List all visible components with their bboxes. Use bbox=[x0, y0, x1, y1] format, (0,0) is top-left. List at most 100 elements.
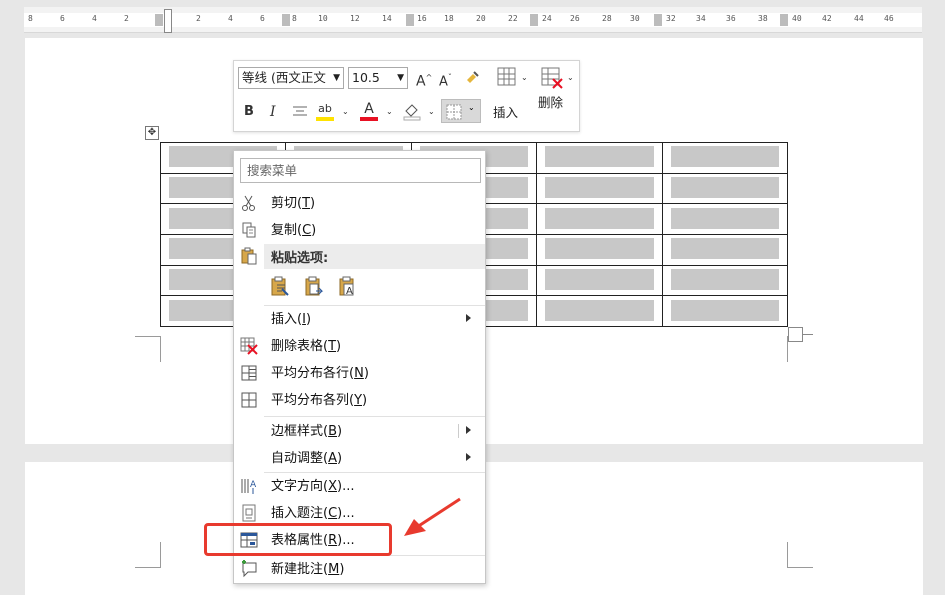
menu-item-label: 平均分布各行(N) bbox=[271, 366, 369, 381]
ruler-tick: 32 bbox=[666, 14, 676, 23]
cell-shading bbox=[545, 238, 654, 260]
delete-table-icon[interactable] bbox=[540, 66, 564, 90]
chevron-down-icon[interactable]: ⌄ bbox=[386, 107, 393, 116]
paste-keep-formatting-icon[interactable] bbox=[270, 276, 290, 298]
table-cell[interactable] bbox=[661, 172, 789, 205]
chevron-down-icon[interactable]: ▼ bbox=[333, 68, 340, 88]
grow-font-button[interactable]: A^ bbox=[416, 68, 432, 92]
svg-text:A: A bbox=[346, 286, 353, 297]
shrink-font-button[interactable]: Aˇ bbox=[439, 68, 452, 92]
ruler-column-marker[interactable] bbox=[654, 14, 662, 26]
format-painter-icon[interactable] bbox=[464, 68, 482, 86]
cell-shading bbox=[545, 146, 654, 168]
chevron-down-icon[interactable]: ⌄ bbox=[567, 73, 574, 82]
copy-icon bbox=[242, 222, 256, 238]
annotation-arrow-icon bbox=[404, 497, 461, 536]
menu-search-input[interactable]: 搜索菜单 bbox=[240, 158, 481, 183]
split-divider bbox=[458, 424, 459, 438]
menu-item-label: 边框样式(B) bbox=[271, 424, 343, 439]
ruler-tick: 40 bbox=[792, 14, 802, 23]
first-line-indent-marker[interactable] bbox=[164, 9, 172, 33]
ruler-tick: 44 bbox=[854, 14, 864, 23]
text-direction-icon: A bbox=[241, 479, 257, 494]
paste-text-only-icon[interactable]: A bbox=[338, 276, 358, 298]
distribute-rows-icon bbox=[241, 365, 257, 381]
center-align-icon[interactable] bbox=[292, 105, 308, 119]
ruler-column-marker[interactable] bbox=[780, 14, 788, 26]
font-color-button[interactable]: A bbox=[360, 99, 378, 121]
font-size-combobox[interactable]: 10.5 ▼ bbox=[348, 67, 408, 89]
ruler-tick: 4 bbox=[228, 14, 233, 23]
menu-item-label: 平均分布各列(Y) bbox=[271, 393, 368, 408]
ruler-tick: 38 bbox=[758, 14, 768, 23]
ruler-column-marker[interactable] bbox=[282, 14, 290, 26]
table-cell[interactable] bbox=[536, 264, 663, 297]
cell-shading bbox=[670, 299, 779, 321]
ruler-tick: 24 bbox=[542, 14, 552, 23]
menu-item-border-styles[interactable]: 边框样式(B) bbox=[234, 418, 485, 445]
menu-item-label: 复制(C) bbox=[271, 223, 317, 238]
borders-button[interactable]: ⌄ bbox=[441, 99, 481, 123]
menu-item-distribute-columns[interactable]: 平均分布各列(Y) bbox=[234, 387, 485, 414]
font-name-value: 等线 (西文正文 bbox=[242, 70, 326, 85]
grow-font-label: A bbox=[416, 73, 426, 90]
ruler-tick: 10 bbox=[318, 14, 328, 23]
table-cell[interactable] bbox=[536, 172, 663, 205]
ruler-column-marker[interactable] bbox=[530, 14, 538, 26]
italic-button[interactable]: I bbox=[270, 102, 276, 122]
chevron-down-icon[interactable]: ⌄ bbox=[428, 107, 435, 116]
chevron-down-icon[interactable]: ⌄ bbox=[521, 73, 528, 82]
menu-item-label: 剪切(T) bbox=[271, 196, 316, 211]
table-cell[interactable] bbox=[661, 142, 789, 174]
table-cell[interactable] bbox=[661, 203, 789, 235]
insert-table-icon[interactable] bbox=[496, 66, 518, 88]
annotation-highlight-box bbox=[204, 523, 392, 556]
menu-item-label: 删除表格(T) bbox=[271, 339, 342, 354]
menu-item-label: 插入题注(C)... bbox=[271, 506, 355, 521]
paste-merge-formatting-icon[interactable] bbox=[304, 276, 324, 298]
ruler-tick: 36 bbox=[726, 14, 736, 23]
menu-item-label: 插入(I) bbox=[271, 312, 312, 327]
margin-corner-mark bbox=[135, 542, 161, 568]
insert-button-label[interactable]: 插入 bbox=[493, 102, 518, 121]
table-resize-handle-icon[interactable] bbox=[788, 327, 803, 342]
shading-icon[interactable] bbox=[402, 101, 422, 121]
table-cell[interactable] bbox=[661, 295, 789, 327]
table-cell[interactable] bbox=[536, 233, 663, 266]
menu-item-copy[interactable]: 复制(C) bbox=[234, 217, 485, 244]
ruler-tick: 34 bbox=[696, 14, 706, 23]
ruler-tick: 20 bbox=[476, 14, 486, 23]
ruler-tick: 8 bbox=[28, 14, 33, 23]
horizontal-ruler[interactable]: 8 6 4 2 2 4 6 8 10 12 14 16 18 20 22 24 … bbox=[24, 7, 922, 33]
table-move-handle-icon[interactable]: ✥ bbox=[145, 126, 159, 140]
font-name-combobox[interactable]: 等线 (西文正文 ▼ bbox=[238, 67, 344, 89]
table-cell[interactable] bbox=[536, 295, 663, 327]
menu-item-insert[interactable]: 插入(I) bbox=[234, 306, 485, 333]
ruler-tick: 6 bbox=[260, 14, 265, 23]
new-comment-icon bbox=[242, 560, 257, 578]
insert-caption-icon bbox=[242, 504, 256, 522]
cell-shading bbox=[670, 268, 779, 290]
chevron-down-icon[interactable]: ▼ bbox=[397, 68, 404, 88]
menu-item-distribute-rows[interactable]: 平均分布各行(N) bbox=[234, 360, 485, 387]
menu-item-delete-table[interactable]: 删除表格(T) bbox=[234, 333, 485, 360]
table-cell[interactable] bbox=[661, 264, 789, 297]
ruler-tick: 4 bbox=[92, 14, 97, 23]
cell-shading bbox=[545, 268, 654, 290]
bold-button[interactable]: B bbox=[244, 102, 254, 122]
table-cell[interactable] bbox=[661, 233, 789, 266]
highlight-color-button[interactable]: ab bbox=[316, 99, 334, 121]
ruler-column-marker[interactable] bbox=[406, 14, 414, 26]
table-cell[interactable] bbox=[536, 142, 663, 174]
ruler-tick: 2 bbox=[124, 14, 129, 23]
menu-item-autofit[interactable]: 自动调整(A) bbox=[234, 445, 485, 472]
table-cell[interactable] bbox=[536, 203, 663, 235]
ruler-column-marker[interactable] bbox=[155, 14, 163, 26]
ruler-tick: 18 bbox=[444, 14, 454, 23]
delete-button-label[interactable]: 删除 bbox=[538, 92, 563, 111]
menu-item-new-comment[interactable]: 新建批注(M) bbox=[234, 556, 485, 583]
borders-icon bbox=[446, 104, 462, 120]
chevron-down-icon[interactable]: ⌄ bbox=[342, 107, 349, 116]
menu-item-cut[interactable]: 剪切(T) bbox=[234, 190, 485, 217]
highlight-label: ab bbox=[318, 102, 332, 115]
